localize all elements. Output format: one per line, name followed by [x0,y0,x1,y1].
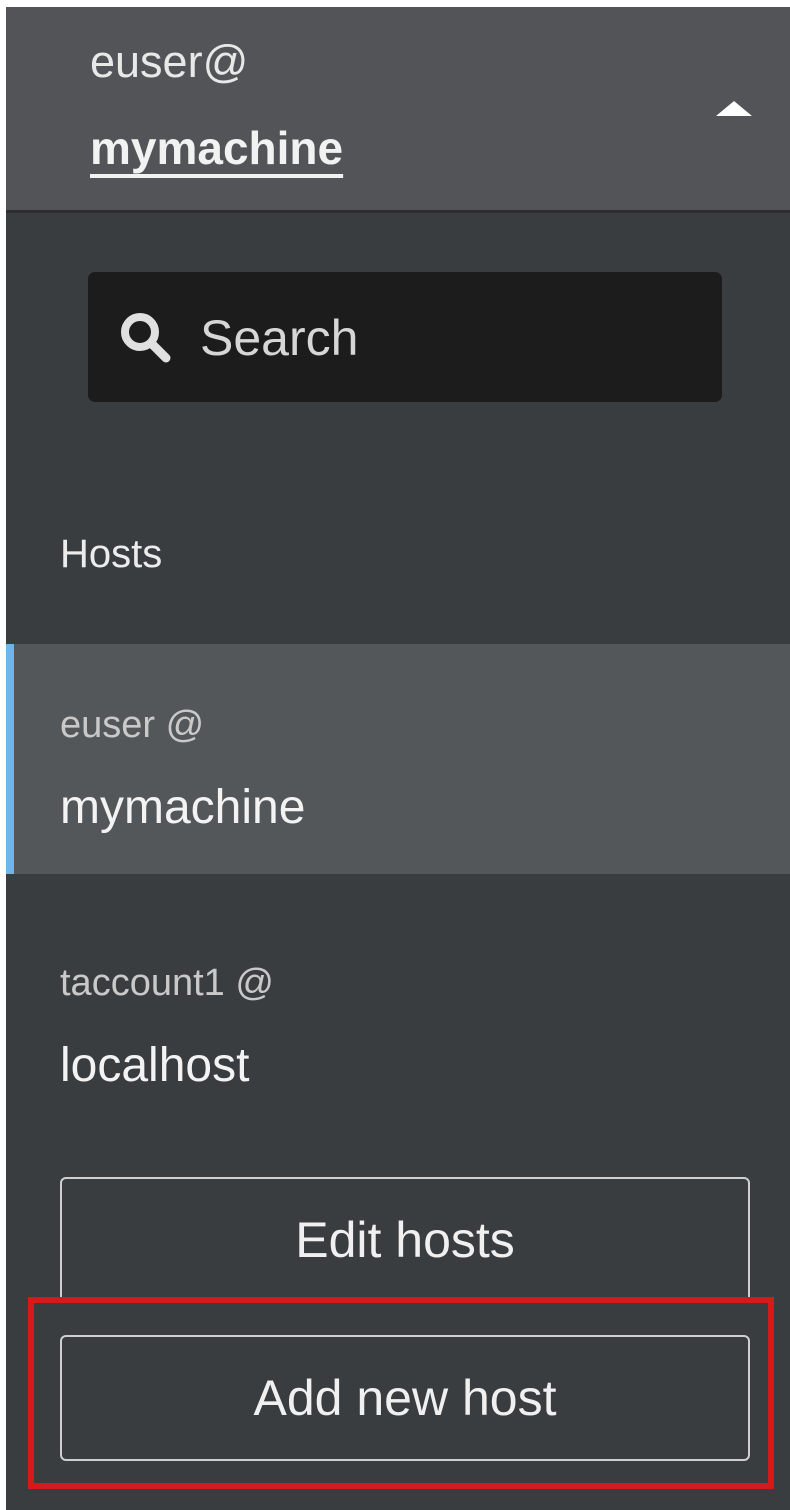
current-host-toggle[interactable]: euser@ mymachine [6,7,790,213]
hosts-section-label: Hosts [60,532,163,576]
host-item-user: euser @ [60,704,205,746]
host-switcher-panel: euser@ mymachine Hosts euser @ mymachine… [6,7,790,1510]
current-host-name: mymachine [90,122,344,174]
search-box[interactable] [88,272,722,402]
add-new-host-button[interactable]: Add new host [60,1335,750,1461]
host-item-name: mymachine [60,781,306,834]
current-host-user: euser@ [90,36,249,87]
caret-up-icon [716,101,752,116]
host-item-mymachine[interactable]: euser @ mymachine [6,644,790,874]
search-icon [121,313,171,363]
search-input[interactable] [200,306,680,370]
host-item-name: localhost [60,1039,250,1092]
edit-hosts-button[interactable]: Edit hosts [60,1177,750,1303]
host-item-localhost[interactable]: taccount1 @ localhost [6,902,790,1132]
host-item-user: taccount1 @ [60,962,274,1004]
